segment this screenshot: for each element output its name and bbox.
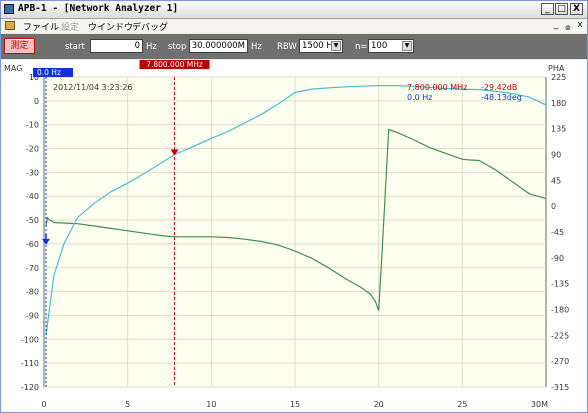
close-icon: X (573, 4, 580, 14)
x-tick-label: 20 (374, 400, 384, 409)
rbw-label: RBW (277, 42, 297, 52)
start-unit: Hz (146, 42, 157, 52)
stop-label: stop (168, 42, 187, 52)
chevron-down-icon: ▼ (402, 41, 412, 51)
readout-red-freq: 7.800.000 MHz (407, 83, 467, 92)
window-title: APB-1 - [Network Analyzer 1] (18, 3, 179, 14)
pha-tick-label: -90 (551, 254, 564, 263)
mag-tick-label: -70 (26, 264, 39, 273)
start-label: start (65, 42, 85, 52)
n-label: n= (355, 42, 368, 52)
application-window: APB-1 - [Network Analyzer 1] _ □ X ファイル … (0, 0, 588, 413)
pha-axis-label: PHA (548, 64, 565, 73)
rbw-select[interactable]: 1500 Hz ▼ (299, 39, 343, 53)
readout-blue-freq: 0.0 Hz (407, 93, 432, 102)
readout-red-mag: -29.42dB (481, 83, 517, 92)
menu-settings[interactable]: 設定 (61, 20, 79, 33)
mag-tick-label: 0 (34, 97, 39, 106)
toolbar: 測定 start 0 Hz stop 30.000000M Hz RBW 150… (1, 34, 587, 59)
red-marker-label: 7.800.000 MHz (146, 60, 203, 69)
stop-unit: Hz (251, 42, 262, 52)
minimize-icon: _ (545, 4, 550, 14)
x-tick-label: 5 (125, 400, 130, 409)
pha-tick-label: 180 (551, 99, 566, 108)
pha-tick-label: -45 (551, 228, 564, 237)
title-bar[interactable]: APB-1 - [Network Analyzer 1] _ □ X (1, 1, 587, 19)
pha-tick-label: 0 (551, 202, 556, 211)
pha-tick-label: -180 (551, 306, 569, 315)
pha-tick-label: -225 (551, 331, 569, 340)
pha-tick-label: 45 (551, 176, 561, 185)
mdi-close-icon[interactable]: x (575, 20, 585, 30)
app-icon (4, 4, 14, 14)
start-input[interactable]: 0 (90, 39, 143, 53)
menu-debug[interactable]: デバッグ (132, 20, 168, 33)
chart-area[interactable]: 10 0 -10 -20 -30 -40 -50 -60 -70 -80 -90 -100 -110 -1… (1, 60, 587, 412)
mag-tick-label: -60 (26, 240, 39, 249)
blue-marker-label: 0.0 Hz (37, 68, 61, 77)
n-select[interactable]: 100 ▼ (368, 39, 414, 53)
x-tick-label: 25 (457, 400, 467, 409)
menu-file[interactable]: ファイル (23, 20, 59, 33)
maximize-button[interactable]: □ (555, 3, 568, 15)
mag-tick-label: -100 (21, 335, 39, 344)
x-tick-label: 30M (531, 400, 548, 409)
measure-button[interactable]: 測定 (4, 38, 35, 54)
n-value: 100 (371, 41, 388, 51)
readout-blue-pha: -48.13deg (481, 93, 522, 102)
mag-axis-label: MAG (4, 64, 22, 73)
mag-tick-label: -120 (21, 383, 39, 392)
network-analyzer-chart[interactable]: 10 0 -10 -20 -30 -40 -50 -60 -70 -80 -90 -100 -110 -1… (1, 60, 587, 412)
mag-tick-label: -20 (26, 145, 39, 154)
minimize-button[interactable]: _ (541, 3, 554, 15)
menu-window[interactable]: ウインドウ (88, 20, 133, 33)
pha-tick-label: -135 (551, 280, 569, 289)
mag-tick-label: -90 (26, 311, 39, 320)
mdi-restore-icon[interactable]: ๏ (563, 20, 573, 34)
x-tick-label: 0 (41, 400, 46, 409)
mdi-minimize-icon[interactable]: _ (551, 20, 561, 30)
stop-input[interactable]: 30.000000M (189, 39, 248, 53)
timestamp: 2012/11/04 3:23:26 (53, 83, 133, 92)
chevron-down-icon: ▼ (331, 41, 341, 51)
maximize-icon: □ (557, 4, 566, 14)
mag-tick-label: -30 (26, 168, 39, 177)
x-tick-label: 10 (206, 400, 216, 409)
mag-tick-label: -110 (21, 359, 39, 368)
close-button[interactable]: X (570, 3, 583, 15)
mag-tick-label: -80 (26, 288, 39, 297)
mag-tick-label: -50 (26, 216, 39, 225)
mag-tick-label: -40 (26, 192, 39, 201)
child-window-icon (5, 21, 15, 30)
pha-tick-label: 135 (551, 125, 566, 134)
menu-bar: ファイル 設定 ウインドウ デバッグ _ ๏ x (1, 19, 587, 33)
pha-tick-label: -270 (551, 357, 569, 366)
x-tick-label: 15 (290, 400, 300, 409)
pha-tick-label: -315 (551, 383, 569, 392)
pha-tick-label: 90 (551, 151, 561, 160)
pha-tick-label: 225 (551, 73, 566, 82)
mag-tick-label: -10 (26, 121, 39, 130)
